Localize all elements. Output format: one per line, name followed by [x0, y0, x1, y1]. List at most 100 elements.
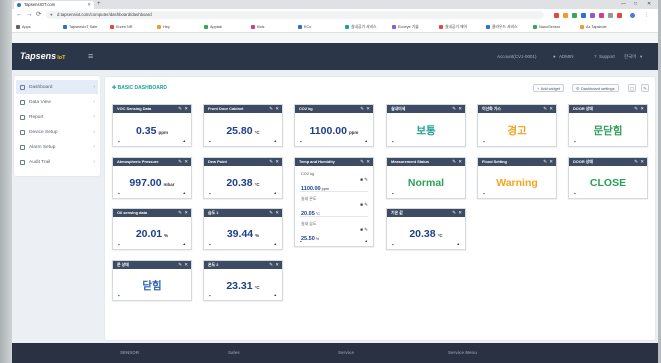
footer-link[interactable]: Service Menu: [448, 349, 477, 356]
bookmark-item[interactable]: Apps: [16, 24, 31, 30]
extension-icon[interactable]: [599, 13, 604, 18]
close-icon[interactable]: ✕: [549, 105, 553, 113]
edit-icon[interactable]: ✎: [269, 261, 273, 269]
edit-icon[interactable]: ✎: [269, 105, 273, 113]
trend-icon[interactable]: ▲: [183, 242, 186, 247]
user-menu[interactable]: ADMIN: [559, 53, 574, 60]
footer-link[interactable]: Service: [338, 349, 354, 356]
new-tab-icon[interactable]: +: [97, 0, 101, 9]
extension-icon[interactable]: [554, 13, 559, 18]
bookmark-item[interactable]: 클라우드 서비스: [486, 24, 518, 30]
footer-link[interactable]: Sales: [228, 349, 240, 356]
bookmark-item[interactable]: Hey: [157, 24, 170, 30]
dashboard-settings-button[interactable]: ⚙ Dashboard settings: [572, 84, 619, 92]
close-icon[interactable]: ✕: [458, 158, 462, 166]
bookmark-item[interactable]: 실내공기 서비스: [345, 24, 377, 30]
edit-icon[interactable]: ✎: [452, 158, 456, 166]
trend-icon[interactable]: ▲: [274, 191, 277, 196]
trend-icon[interactable]: ▲: [274, 242, 277, 247]
close-icon[interactable]: ✕: [458, 209, 462, 217]
edit-icon[interactable]: ✎: [634, 105, 638, 113]
close-icon[interactable]: ✕: [275, 209, 279, 217]
chart-icon[interactable]: ▪: [483, 191, 485, 196]
bookmark-item[interactable]: NanoSensor: [533, 24, 560, 30]
edit-icon[interactable]: ✎: [634, 158, 638, 166]
close-icon[interactable]: ✕: [184, 261, 188, 269]
chart-icon[interactable]: ▪: [118, 242, 120, 247]
chart-icon[interactable]: ▪: [574, 139, 576, 144]
chart-icon[interactable]: ▪: [392, 242, 394, 247]
edit-icon[interactable]: ✎: [360, 158, 364, 166]
chart-icon[interactable]: ▪: [209, 242, 211, 247]
extension-icon[interactable]: [617, 13, 622, 18]
app-logo[interactable]: TapsensIoT: [20, 51, 65, 64]
sidebar-item-device-setup[interactable]: Device Setup ›: [16, 125, 98, 139]
forward-icon[interactable]: →: [26, 9, 33, 21]
edit-icon[interactable]: ✎: [543, 105, 547, 113]
close-icon[interactable]: ✕: [275, 105, 279, 113]
close-icon[interactable]: ✕: [366, 105, 370, 113]
url-field[interactable]: ● d.tapsensiot.com/computer/dashboard/da…: [46, 11, 544, 19]
bookmark-item[interactable]: TapsensIoT Sale: [63, 24, 97, 30]
close-icon[interactable]: ✕: [366, 158, 370, 166]
row-actions-icon[interactable]: ■ ✎: [360, 227, 368, 233]
account-label[interactable]: Account(CV1-0001): [497, 53, 537, 60]
close-window-icon[interactable]: ✕: [647, 0, 651, 9]
chart-icon[interactable]: ▪: [574, 191, 576, 196]
close-tab-icon[interactable]: ✕: [87, 2, 91, 8]
edit-icon[interactable]: ✎: [269, 158, 273, 166]
close-icon[interactable]: ✕: [184, 105, 188, 113]
chart-icon[interactable]: ▪: [483, 139, 485, 144]
sidebar-item-audit-trail[interactable]: Audit Trail ›: [16, 155, 98, 169]
edit-icon[interactable]: ✎: [641, 84, 649, 92]
trend-icon[interactable]: ▲: [183, 139, 186, 144]
edit-icon[interactable]: ✎: [178, 158, 182, 166]
chart-icon[interactable]: ▪: [209, 191, 211, 196]
extension-icon[interactable]: [608, 13, 613, 18]
edit-icon[interactable]: ✎: [452, 209, 456, 217]
sidebar-item-data-view[interactable]: Data View ›: [16, 95, 98, 109]
edit-icon[interactable]: ✎: [543, 158, 547, 166]
support-link[interactable]: Support: [599, 53, 615, 60]
browser-menu-icon[interactable]: ⋮: [644, 9, 649, 21]
edit-icon[interactable]: ✎: [269, 209, 273, 217]
extension-icon[interactable]: [563, 13, 568, 18]
chart-icon[interactable]: ▪: [118, 293, 120, 298]
close-icon[interactable]: ✕: [458, 105, 462, 113]
reload-icon[interactable]: ⟳: [36, 9, 41, 21]
chart-icon[interactable]: ▪: [118, 139, 120, 144]
bookmark-item[interactable]: Krzen NR: [110, 24, 132, 30]
row-actions-icon[interactable]: ■ ✎: [360, 177, 368, 183]
row-actions-icon[interactable]: ■ ✎: [360, 202, 368, 208]
edit-icon[interactable]: ✎: [360, 105, 364, 113]
extension-icon[interactable]: [590, 13, 595, 18]
language-selector[interactable]: 한국어: [624, 53, 636, 60]
bookmark-item[interactable]: Ecoeye 기술: [392, 24, 419, 30]
close-icon[interactable]: ✕: [184, 158, 188, 166]
bookmark-item[interactable]: 실내공기 에어: [439, 24, 467, 30]
chart-icon[interactable]: ▪: [392, 139, 394, 144]
back-icon[interactable]: ←: [16, 9, 23, 21]
minimize-icon[interactable]: —: [621, 0, 626, 9]
chevron-down-icon[interactable]: ▾: [640, 53, 642, 60]
close-icon[interactable]: ✕: [640, 158, 644, 166]
chart-icon[interactable]: ▪: [300, 239, 302, 244]
trend-icon[interactable]: ▲: [274, 139, 277, 144]
chart-icon[interactable]: ▪: [209, 293, 211, 298]
footer-link[interactable]: SENSOR: [120, 349, 139, 356]
edit-icon[interactable]: ✎: [178, 105, 182, 113]
add-widget-button[interactable]: + Add widget: [533, 84, 565, 92]
sidebar-item-dashboard[interactable]: Dashboard ›: [16, 80, 98, 94]
sidebar-item-report[interactable]: Report ›: [16, 110, 98, 124]
close-icon[interactable]: ✕: [275, 158, 279, 166]
bookmark-item[interactable]: ECo: [298, 24, 311, 30]
bookmark-item[interactable]: Ax Tapsinde: [580, 24, 607, 30]
profile-avatar[interactable]: [630, 13, 635, 18]
trend-icon[interactable]: ▲: [457, 242, 460, 247]
trend-icon[interactable]: ▲: [365, 239, 368, 244]
edit-icon[interactable]: ✎: [178, 261, 182, 269]
sidebar-item-alarm-setup[interactable]: Alarm Setup ›: [16, 140, 98, 154]
trend-icon[interactable]: ▲: [183, 191, 186, 196]
chart-icon[interactable]: ▪: [209, 139, 211, 144]
extension-icon[interactable]: [581, 13, 586, 18]
